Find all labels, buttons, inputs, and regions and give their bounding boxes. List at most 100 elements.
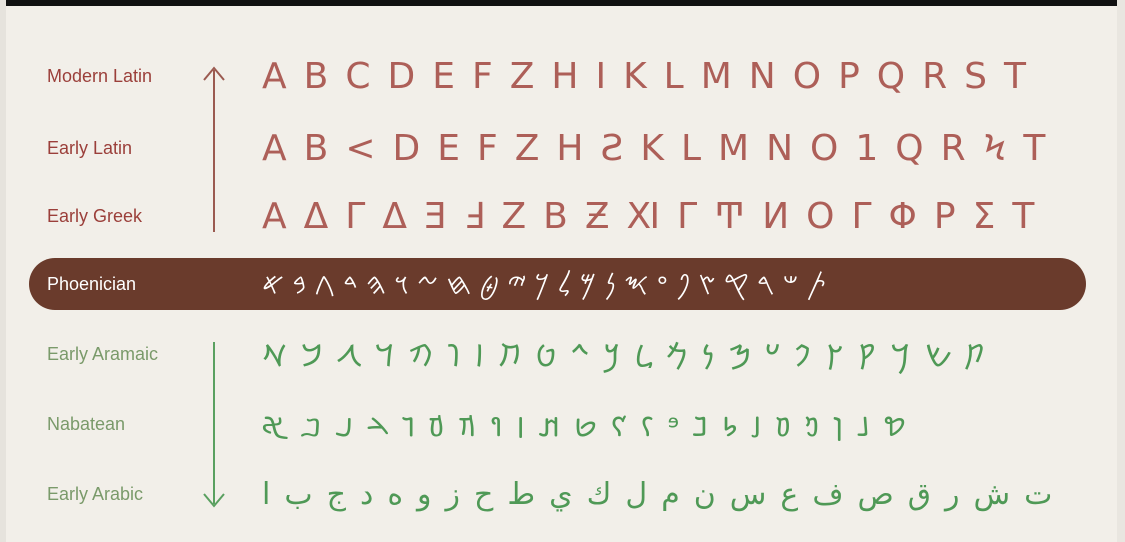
letter-glyph: 𐢎 xyxy=(667,409,679,445)
letter-glyph: D xyxy=(387,55,416,97)
letter-glyph: 𐡒 xyxy=(857,338,877,374)
glyph-list: ΑΔΓΔƎℲΖΒƵⅪΓͲͶΟΓΦΡΣΤ xyxy=(262,192,1062,240)
letter-glyph: 𐡆 xyxy=(474,338,485,374)
letter-glyph: 𐡂 xyxy=(336,338,362,374)
letter-glyph: K xyxy=(623,55,647,97)
row-early-greek: Early Greek ΑΔΓΔƎℲΖΒƵⅪΓͲͶΟΓΦΡΣΤ xyxy=(0,192,1125,240)
letter-glyph: Z xyxy=(509,55,535,97)
letter-glyph: Γ xyxy=(345,195,366,237)
letter-glyph: Α xyxy=(262,195,287,237)
letter-glyph: 𐢔 xyxy=(833,408,844,444)
letter-glyph: 𐤋 xyxy=(557,266,572,302)
letter-glyph: 𐤀 xyxy=(262,266,285,302)
row-label: Early Aramaic xyxy=(47,344,159,364)
letter-glyph: Β xyxy=(543,195,568,237)
letter-glyph: R xyxy=(940,127,966,169)
letter-glyph: ش xyxy=(973,476,1011,512)
letter-glyph: Γ xyxy=(851,195,872,237)
letter-glyph: 𐢈 xyxy=(490,408,503,444)
letter-glyph: Δ xyxy=(382,195,407,237)
row-label: Early Latin xyxy=(47,138,133,158)
letter-glyph: M xyxy=(700,55,732,97)
glyph-list: 𐤀𐤁𐤂𐤃𐤄𐤅𐤆𐤇𐤈𐤉𐤊𐤋𐤌𐤍𐤎𐤏𐤐𐤑𐤒𐤓𐤔𐤕 xyxy=(262,260,1062,308)
letter-glyph: 𐡄 xyxy=(408,338,434,374)
letter-glyph: 𐢀 xyxy=(262,408,287,444)
letter-glyph: 𐤌 xyxy=(579,266,597,302)
glyph-list: A B < D E F Z H Ƨ K L M N O 1 Q R Ϟ T xyxy=(262,124,1062,172)
letter-glyph: 1 xyxy=(855,127,879,169)
letter-glyph: 𐢅 xyxy=(402,408,416,444)
letter-glyph: 𐢐 xyxy=(721,408,738,444)
letter-glyph: N xyxy=(748,55,776,97)
letter-glyph: Δ xyxy=(303,195,329,237)
row-nabatean: Nabatean 𐢀𐢂𐢃𐢄𐢅𐢆𐢇𐢈𐢉𐢊𐢋𐢌𐢍𐢎𐢏𐢐𐢑𐢒𐢓𐢔𐢕𐢖 xyxy=(0,400,1125,448)
letter-glyph: 𐤕 xyxy=(806,266,827,302)
letter-glyph: 𐡍 xyxy=(701,338,715,374)
letter-glyph: T xyxy=(1004,55,1027,97)
letter-glyph: N xyxy=(766,127,793,169)
letter-glyph: ا xyxy=(262,476,271,512)
letter-glyph: Ζ xyxy=(501,195,527,237)
letter-glyph: ز xyxy=(445,476,461,512)
letter-glyph: 𐢍 xyxy=(640,408,654,444)
row-label: Early Greek xyxy=(47,206,143,226)
letter-glyph: 𐡃 xyxy=(375,338,395,374)
letter-glyph: 𐤒 xyxy=(723,266,749,302)
letter-glyph: ب xyxy=(284,476,313,512)
letter-glyph: 𐢏 xyxy=(692,408,708,444)
letter-glyph: < xyxy=(345,127,376,169)
letter-glyph: ر xyxy=(945,476,960,512)
letter-glyph: 𐤆 xyxy=(416,266,439,302)
letter-glyph: O xyxy=(810,127,839,169)
top-border xyxy=(0,0,1125,6)
letter-glyph: 𐤍 xyxy=(604,266,616,302)
row-modern-latin: Modern Latin ABCDEFZHIKLMNOPQRST xyxy=(0,52,1125,100)
letter-glyph: B xyxy=(303,55,329,97)
row-label: Nabatean xyxy=(47,414,126,434)
letter-glyph: 𐤐 xyxy=(675,266,691,302)
letter-glyph: 𐤇 xyxy=(446,266,472,302)
letter-glyph: 𐢓 xyxy=(805,408,820,444)
letter-glyph: 𐢄 xyxy=(367,408,389,444)
letter-glyph: د xyxy=(359,476,374,512)
letter-glyph: 𐡈 xyxy=(535,338,557,374)
letter-glyph: H xyxy=(556,127,584,169)
letter-glyph: Ͷ xyxy=(762,195,790,237)
letter-glyph: 𐤏 xyxy=(656,266,668,302)
letter-glyph: Τ xyxy=(1012,195,1035,237)
letter-glyph: 𐡇 xyxy=(498,338,522,374)
letter-glyph: 𐤂 xyxy=(314,266,336,302)
letter-glyph: 𐡌 xyxy=(666,338,688,374)
letter-glyph: 𐤑 xyxy=(698,266,716,302)
row-label: Phoenician xyxy=(47,274,137,294)
letter-glyph: Ϟ xyxy=(982,127,1007,169)
letter-glyph: م xyxy=(661,476,680,512)
letter-glyph: Ǝ xyxy=(423,195,447,237)
letter-glyph: 𐢇 xyxy=(458,408,477,444)
letter-glyph: ك xyxy=(586,476,612,512)
letter-glyph: Q xyxy=(876,55,906,97)
letter-glyph: 𐡅 xyxy=(447,338,461,374)
letter-glyph: 𐤊 xyxy=(534,266,550,302)
letter-glyph: 𐢌 xyxy=(610,408,627,444)
letter-glyph: ل xyxy=(625,476,648,512)
row-label: Early Arabic xyxy=(47,484,144,504)
letter-glyph: E xyxy=(432,55,455,97)
row-early-aramaic: Early Aramaic 𐡀𐡁𐡂𐡃𐡄𐡅𐡆𐡇𐡈𐡉𐡊𐡋𐡌𐡍𐡎𐡏𐡐𐡑𐡒𐡓𐡔𐡕 xyxy=(0,330,1125,378)
row-phoenician: Phoenician 𐤀𐤁𐤂𐤃𐤄𐤅𐤆𐤇𐤈𐤉𐤊𐤋𐤌𐤍𐤎𐤏𐤐𐤑𐤒𐤓𐤔𐤕 xyxy=(0,260,1125,308)
letter-glyph: 𐡏 xyxy=(765,338,781,374)
letter-glyph: 𐢑 xyxy=(751,408,762,444)
letter-glyph: 𐤎 xyxy=(623,266,649,302)
letter-glyph: 𐡋 xyxy=(634,338,653,374)
letter-glyph: 𐢂 xyxy=(300,408,322,444)
letter-glyph: 𐡕 xyxy=(965,338,986,374)
letter-glyph: A xyxy=(262,55,287,97)
letter-glyph: 𐤔 xyxy=(782,266,799,302)
glyph-list: ابجدهوزحطيكلمنسعفصقرشت xyxy=(262,470,1062,518)
letter-glyph: Φ xyxy=(888,195,917,237)
letter-glyph: 𐤁 xyxy=(292,266,307,302)
letter-glyph: س xyxy=(729,476,767,512)
letter-glyph: 𐡓 xyxy=(890,338,911,374)
letter-glyph: Z xyxy=(514,127,540,169)
letter-glyph: Γ xyxy=(677,195,698,237)
